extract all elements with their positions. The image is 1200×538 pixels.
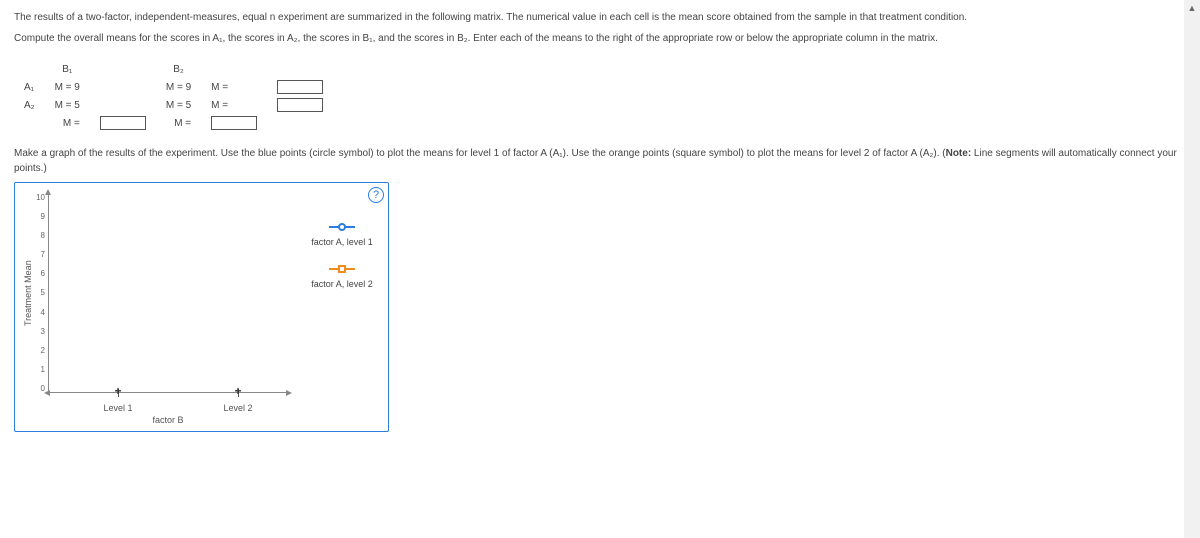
y-axis-ticks: 1098 765 432 10: [35, 193, 48, 393]
plus-icon-1: +: [114, 384, 121, 398]
x-axis-label: factor B: [48, 415, 288, 425]
cell-a1b1: M = 9: [45, 78, 90, 96]
b1-mean-label: M =: [45, 114, 90, 132]
b1-mean-input[interactable]: [100, 116, 146, 130]
cell-a2b1: M = 5: [45, 96, 90, 114]
legend-label-1: factor A, level 1: [302, 237, 382, 247]
arrow-up-icon: [45, 189, 51, 195]
cell-a1b2: M = 9: [156, 78, 201, 96]
x-tick-label-1: Level 1: [103, 403, 132, 413]
x-tick-label-2: Level 2: [223, 403, 252, 413]
intro-paragraph-2: Compute the overall means for the scores…: [14, 31, 1186, 46]
y-axis-label: Treatment Mean: [21, 193, 35, 393]
intro-paragraph-1: The results of a two-factor, independent…: [14, 10, 1186, 25]
plot-area[interactable]: + + Level 1 Level 2: [48, 193, 288, 393]
b2-mean-input[interactable]: [211, 116, 257, 130]
cell-a2b2: M = 5: [156, 96, 201, 114]
help-button[interactable]: ?: [368, 187, 384, 203]
matrix-table: B₁ B₂ A₁ M = 9 M = 9 M = A₂ M = 5 M = 5 …: [14, 60, 1186, 132]
y-axis-line: [48, 193, 49, 393]
graph-panel: ? Treatment Mean 1098 765 432 10 +: [14, 182, 389, 432]
b2-mean-label: M =: [156, 114, 201, 132]
arrow-right-icon: [286, 390, 292, 396]
a2-mean-input[interactable]: [277, 98, 323, 112]
row-header-a1: A₁: [14, 78, 45, 96]
graph-legend: factor A, level 1 factor A, level 2: [302, 193, 382, 307]
a1-mean-label: M =: [201, 78, 267, 96]
row-header-a2: A₂: [14, 96, 45, 114]
vertical-scrollbar[interactable]: ▲: [1184, 0, 1200, 538]
graph-instructions: Make a graph of the results of the exper…: [14, 146, 1186, 176]
a2-mean-label: M =: [201, 96, 267, 114]
legend-label-2: factor A, level 2: [302, 279, 382, 289]
plus-icon-2: +: [234, 384, 241, 398]
arrow-left-icon: [44, 390, 50, 396]
col-header-b1: B₁: [45, 60, 90, 78]
col-header-b2: B₂: [156, 60, 201, 78]
scroll-up-button[interactable]: ▲: [1184, 0, 1200, 16]
x-axis-line: [48, 392, 288, 393]
a1-mean-input[interactable]: [277, 80, 323, 94]
legend-symbol-level2[interactable]: [302, 265, 382, 273]
legend-symbol-level1[interactable]: [302, 223, 382, 231]
